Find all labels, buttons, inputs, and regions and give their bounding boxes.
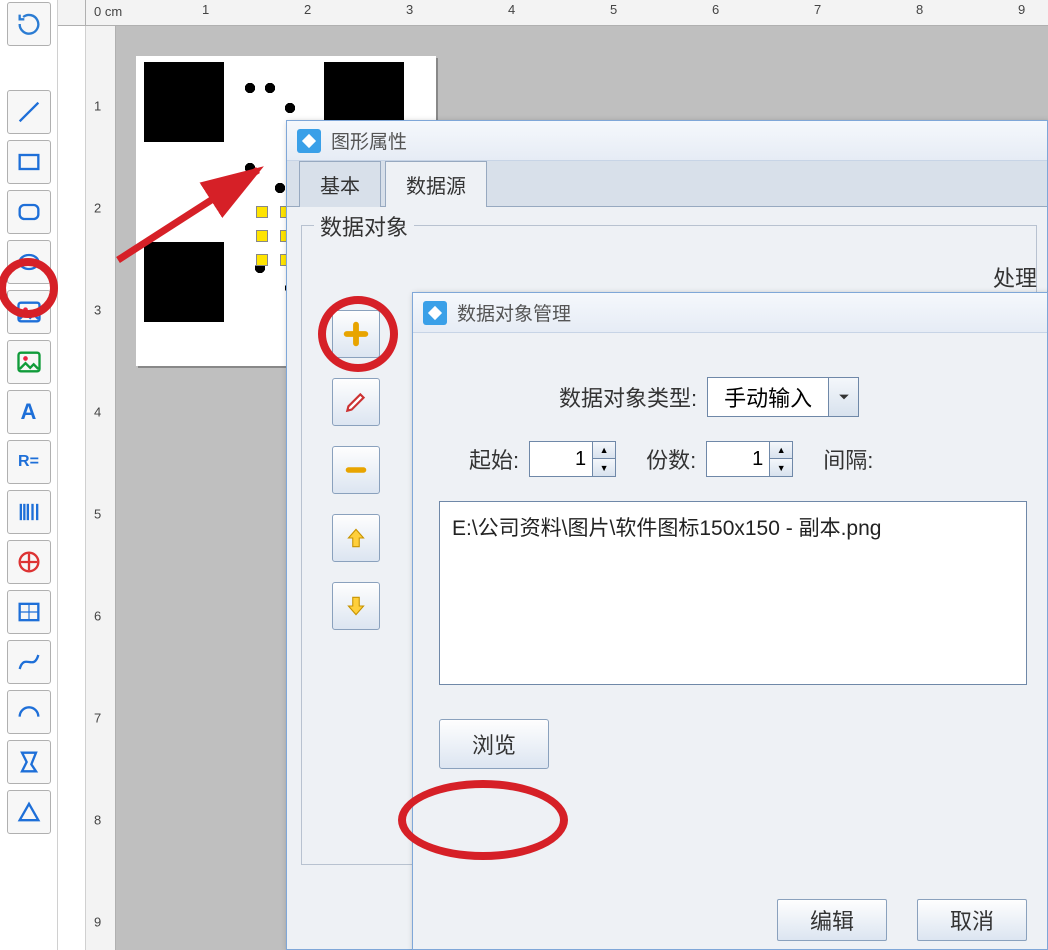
spin-up-icon[interactable]: ▲ (770, 442, 792, 459)
data-object-toolbar (332, 310, 392, 650)
secondary-toolbar (58, 26, 86, 950)
h-tick: 9 (1018, 2, 1025, 17)
line-tool-icon[interactable] (7, 90, 51, 134)
edit-object-button[interactable] (332, 378, 380, 426)
arc-tool-icon[interactable] (7, 690, 51, 734)
v-tick: 4 (94, 405, 101, 420)
spin-up-icon[interactable]: ▲ (593, 442, 615, 459)
selection-handle[interactable] (256, 206, 268, 218)
v-tick: 9 (94, 915, 101, 930)
count-label: 份数: (646, 443, 696, 475)
rectangle-tool-icon[interactable] (7, 140, 51, 184)
dialog-title: 数据对象管理 (457, 299, 571, 326)
start-spinner[interactable]: ▲▼ (529, 441, 616, 477)
selection-handle[interactable] (256, 230, 268, 242)
rotate-refresh-icon[interactable] (7, 2, 51, 46)
count-spinner[interactable]: ▲▼ (706, 441, 793, 477)
barcode-tool-icon[interactable] (7, 490, 51, 534)
dropdown-icon[interactable] (828, 378, 858, 416)
v-tick: 7 (94, 711, 101, 726)
cancel-button[interactable]: 取消 (917, 899, 1027, 941)
v-tick: 1 (94, 99, 101, 114)
v-tick: 5 (94, 507, 101, 522)
app-icon (423, 301, 447, 325)
v-tick: 8 (94, 813, 101, 828)
ellipse-tool-icon[interactable] (7, 240, 51, 284)
ruler-unit-label: 0 cm (94, 4, 122, 19)
file-path-value: E:\公司资料\图片\软件图标150x150 - 副本.png (452, 517, 881, 540)
start-input[interactable] (529, 441, 593, 477)
selection-handle[interactable] (256, 254, 268, 266)
h-tick: 8 (916, 2, 923, 17)
dialog-titlebar[interactable]: 图形属性 (287, 121, 1047, 161)
remove-object-button[interactable] (332, 446, 380, 494)
table-tool-icon[interactable] (7, 590, 51, 634)
tab-datasource[interactable]: 数据源 (385, 161, 487, 207)
h-tick: 3 (406, 2, 413, 17)
dialog-titlebar[interactable]: 数据对象管理 (413, 293, 1047, 333)
h-tick: 4 (508, 2, 515, 17)
qrcode-tool-icon[interactable] (7, 540, 51, 584)
count-input[interactable] (706, 441, 770, 477)
v-tick: 2 (94, 201, 101, 216)
browse-button[interactable]: 浏览 (439, 719, 549, 769)
left-toolbar: A R= (0, 0, 58, 950)
move-down-button[interactable] (332, 582, 380, 630)
type-label: 数据对象类型: (559, 381, 697, 413)
add-object-button[interactable] (332, 310, 380, 358)
spin-down-icon[interactable]: ▼ (593, 459, 615, 476)
v-tick: 3 (94, 303, 101, 318)
type-value: 手动输入 (708, 381, 828, 413)
tab-basic[interactable]: 基本 (299, 161, 381, 207)
data-object-manager-dialog: 数据对象管理 数据对象类型: 手动输入 起始: ▲▼ 份数: ▲▼ 间隔: (412, 292, 1048, 950)
tab-strip: 基本 数据源 (287, 161, 1047, 207)
h-tick: 6 (712, 2, 719, 17)
spin-down-icon[interactable]: ▼ (770, 459, 792, 476)
rounded-rect-tool-icon[interactable] (7, 190, 51, 234)
process-label: 处理 (993, 261, 1037, 293)
move-up-button[interactable] (332, 514, 380, 562)
type-combobox[interactable]: 手动输入 (707, 377, 859, 417)
h-tick: 2 (304, 2, 311, 17)
ruler-corner (58, 0, 86, 26)
image-tool-icon[interactable] (7, 290, 51, 334)
h-tick: 1 (202, 2, 209, 17)
vertical-ruler: 1 2 3 4 5 6 7 8 9 (86, 26, 116, 950)
app-icon (297, 129, 321, 153)
file-path-box[interactable]: E:\公司资料\图片\软件图标150x150 - 副本.png (439, 501, 1027, 685)
edit-button[interactable]: 编辑 (777, 899, 887, 941)
rich-text-tool-icon[interactable]: R= (7, 440, 51, 484)
curve-tool-icon[interactable] (7, 640, 51, 684)
horizontal-ruler: 0 cm 1 2 3 4 5 6 7 8 9 (86, 0, 1048, 26)
dialog-title: 图形属性 (331, 127, 407, 154)
h-tick: 7 (814, 2, 821, 17)
text-tool-icon[interactable]: A (7, 390, 51, 434)
start-label: 起始: (469, 443, 519, 475)
triangle-tool-icon[interactable] (7, 790, 51, 834)
h-tick: 5 (610, 2, 617, 17)
v-tick: 6 (94, 609, 101, 624)
interval-label: 间隔: (823, 443, 873, 475)
vector-image-tool-icon[interactable] (7, 340, 51, 384)
polygon-tool-icon[interactable] (7, 740, 51, 784)
groupbox-label: 数据对象 (314, 210, 414, 242)
